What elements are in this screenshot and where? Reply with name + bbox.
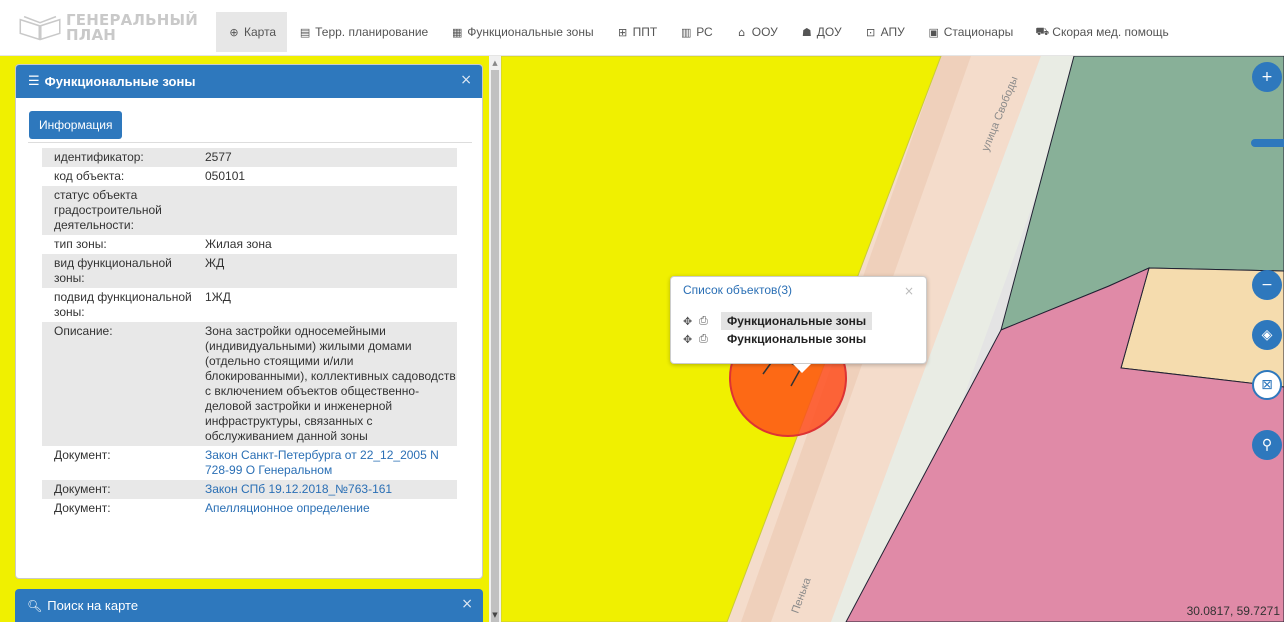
close-icon[interactable]: ×	[904, 284, 914, 298]
attribute-key: идентификатор:	[42, 148, 193, 167]
search-icon: ⚲	[1261, 437, 1273, 453]
attribute-value: 2577	[193, 148, 457, 167]
document-link[interactable]: Апелляционное определение	[205, 501, 370, 515]
attribute-value: 050101	[205, 169, 246, 183]
list-icon: ▦	[452, 25, 463, 39]
apu-icon: ⊡	[865, 25, 876, 39]
attribute-row: Описание: Зона застройки односемейными (и…	[42, 322, 457, 446]
zoom-in-button[interactable]: +	[1252, 62, 1282, 92]
attribute-value: Закон Санкт-Петербурга от 22_12_2005 N 7…	[193, 446, 457, 480]
attribute-key: Документ:	[42, 480, 193, 499]
nav-ambulance[interactable]: ⛟ Скорая мед. помощь	[1024, 12, 1179, 52]
move-icon[interactable]: ✥	[683, 315, 699, 328]
search-panel-title: Поиск на карте	[47, 598, 139, 613]
top-navbar: ГЕНЕРАЛЬНЫЙ ПЛАН ⊕ Карта ▤ Терр. планирова…	[0, 0, 1284, 56]
scroll-up-icon[interactable]: ▲	[489, 56, 501, 70]
attribute-row: статус объекта градостроительной деятель…	[42, 186, 457, 235]
attribute-row: Документ: Закон СПб 19.12.2018_№763-161	[42, 480, 457, 499]
attribute-value: Жилая зона	[205, 237, 272, 251]
zoom-out-button[interactable]: −	[1252, 270, 1282, 300]
nav-hospitals[interactable]: ▣ Стационары	[916, 12, 1025, 52]
nav-map[interactable]: ⊕ Карта	[216, 12, 288, 52]
attribute-row: код объекта: 050101	[42, 167, 457, 186]
attribute-value: Апелляционное определение	[193, 499, 457, 518]
attribute-value: 1ЖД	[205, 290, 231, 304]
panel-title: Функциональные зоны	[44, 74, 196, 89]
attribute-value: Зона застройки односемейными (индивидуал…	[193, 322, 457, 446]
panel-scrollbar[interactable]: ▲ ▼	[489, 56, 501, 622]
document-icon: ▤	[299, 25, 311, 39]
search-icon: 🔍︎	[27, 598, 43, 613]
attribute-value: Закон СПб 19.12.2018_№763-161	[193, 480, 457, 499]
measure-button[interactable]: ⊠	[1252, 370, 1282, 400]
scroll-thumb[interactable]	[491, 70, 499, 622]
layers-button[interactable]: ◈	[1252, 320, 1282, 350]
attribute-key: Документ:	[54, 448, 111, 462]
popup-list-item[interactable]: ✥ ⎙ Функциональные зоны	[683, 329, 872, 349]
divider	[28, 142, 472, 143]
attributes-table: идентификатор: 2577 код объекта: 050101 стат…	[42, 148, 457, 518]
move-icon[interactable]: ✥	[683, 333, 699, 346]
ruler-icon: ⊠	[1261, 377, 1273, 393]
hospital-icon: ▣	[928, 25, 939, 39]
document-link[interactable]: Закон Санкт-Петербурга от 22_12_2005 N 7…	[205, 448, 439, 477]
attribute-key: статус объекта градостроительной деятель…	[42, 186, 193, 235]
logo-line2: ПЛАН	[66, 26, 117, 44]
logo[interactable]: ГЕНЕРАЛЬНЫЙ ПЛАН	[18, 10, 198, 46]
attribute-key: код объекта:	[54, 169, 125, 183]
map-search-button[interactable]: ⚲	[1252, 430, 1282, 460]
ambulance-icon: ⛟	[1035, 24, 1050, 38]
close-icon[interactable]: ×	[460, 72, 472, 88]
attribute-key: вид функциональной зоны:	[42, 254, 193, 288]
zoom-slider[interactable]	[1251, 139, 1284, 147]
panel-header: ☰ Функциональные зоны ×	[16, 65, 482, 98]
attribute-row: идентификатор: 2577	[42, 148, 457, 167]
objects-list-popup: Список объектов(3) × ✥ ⎙ Функциональные …	[670, 276, 927, 373]
attribute-row: вид функциональной зоны: ЖД	[42, 254, 457, 288]
popup-list-item[interactable]: ✥ ⎙ Функциональные зоны	[683, 311, 873, 331]
map-search-panel[interactable]: 🔍︎ Поиск на карте ×	[15, 589, 483, 622]
attribute-row: Документ: Закон Санкт-Петербурга от 22_12…	[42, 446, 457, 480]
popup-title: Список объектов(3)	[683, 283, 793, 297]
layers-icon: ◈	[1261, 327, 1273, 343]
kindergarten-icon: ☗	[801, 25, 812, 39]
building-icon: ▥	[680, 25, 692, 39]
list-icon: ☰	[28, 74, 40, 89]
attribute-value	[193, 186, 457, 235]
nav-dou[interactable]: ☗ ДОУ	[789, 12, 853, 52]
coordinates-readout: 30.0817, 59.7271	[1186, 604, 1280, 618]
logo-book-icon	[19, 15, 61, 41]
attribute-key: Документ:	[54, 501, 111, 515]
close-icon[interactable]: ×	[461, 596, 473, 612]
attribute-row: Документ: Апелляционное определение	[42, 499, 457, 518]
attribute-key: тип зоны:	[54, 237, 107, 251]
school-icon: ⌂	[738, 25, 746, 39]
attribute-key: Описание:	[42, 322, 193, 446]
attribute-key: подвид функциональной зоны:	[54, 290, 192, 319]
nav-apu[interactable]: ⊡ АПУ	[853, 12, 916, 52]
info-button[interactable]: Информация	[29, 111, 123, 139]
print-icon[interactable]: ⎙	[699, 332, 715, 346]
main-nav: ⊕ Карта ▤ Терр. планирование ▦ Функциональн…	[216, 12, 1180, 52]
nav-oou[interactable]: ⌂ ООУ	[724, 12, 789, 52]
functional-zones-panel: ☰ Функциональные зоны × Информация идент…	[15, 64, 483, 579]
nav-functional-zones[interactable]: ▦ Функциональные зоны	[439, 12, 604, 52]
scroll-down-icon[interactable]: ▼	[489, 608, 501, 622]
popup-pointer	[793, 364, 811, 373]
globe-icon: ⊕	[229, 25, 239, 39]
nav-rs[interactable]: ▥ РС	[668, 12, 724, 52]
grid-icon: ⊞	[617, 25, 628, 39]
nav-ppt[interactable]: ⊞ ППТ	[605, 12, 669, 52]
attribute-row: подвид функциональной зоны: 1ЖД	[42, 288, 457, 322]
attribute-row: тип зоны: Жилая зона	[42, 235, 457, 254]
nav-terr-planning[interactable]: ▤ Терр. планирование	[287, 12, 439, 52]
attribute-value: ЖД	[193, 254, 457, 288]
print-icon[interactable]: ⎙	[699, 314, 715, 328]
document-link[interactable]: Закон СПб 19.12.2018_№763-161	[205, 482, 392, 496]
